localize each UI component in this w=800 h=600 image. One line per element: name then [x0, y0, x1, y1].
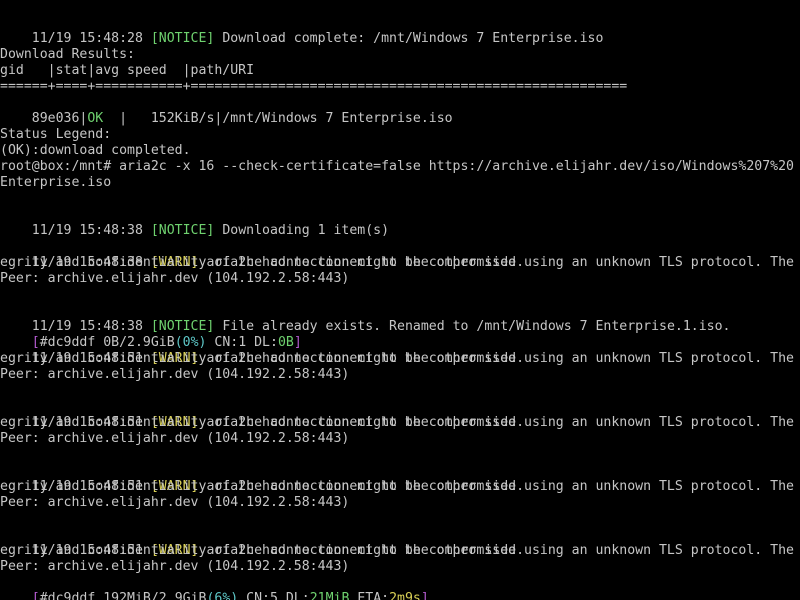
results-heading: Download Results: [0, 47, 135, 62]
notice-tag: [NOTICE] [150, 31, 215, 46]
progress-connections: CN:5 DL: [238, 591, 310, 600]
status-ok: OK [87, 111, 104, 126]
progress-bracket-open: [ [31, 591, 40, 600]
log-continuation: egrity and confidentiality of the connec… [0, 479, 525, 494]
notice-tag: [NOTICE] [150, 223, 215, 238]
log-line: 11/19 15:48:51 [WARN] aria2c had to conn… [0, 527, 800, 558]
progress-bracket-close: ] [420, 591, 429, 600]
log-line: 11/19 15:48:38 [WARN] aria2c had to conn… [0, 239, 800, 270]
progress-size: #dc9ddf 192MiB/2.9GiB [39, 591, 207, 600]
log-message: Download complete: /mnt/Windows 7 Enterp… [214, 31, 604, 46]
peer-line: Peer: archive.elijahr.dev (104.192.2.58:… [0, 431, 350, 446]
log-message: Downloading 1 item(s) [214, 223, 390, 238]
log-line: 11/19 15:48:51 [WARN] aria2c had to conn… [0, 399, 800, 430]
peer-line: Peer: archive.elijahr.dev (104.192.2.58:… [0, 367, 350, 382]
timestamp: 11/19 15:48:38 [31, 223, 151, 238]
peer-line: Peer: archive.elijahr.dev (104.192.2.58:… [0, 495, 350, 510]
terminal-window[interactable]: 11/19 15:48:28 [NOTICE] Download complet… [0, 0, 800, 600]
shell-command: root@box:/mnt# aria2c -x 16 --check-cert… [0, 159, 794, 174]
legend-heading: Status Legend: [0, 127, 112, 142]
timestamp: 11/19 15:48:28 [31, 31, 151, 46]
log-continuation: egrity and confidentiality of the connec… [0, 415, 525, 430]
shell-command-wrap: Enterprise.iso [0, 175, 112, 190]
legend-entry: (OK):download completed. [0, 143, 191, 158]
log-continuation: egrity and confidentiality of the connec… [0, 351, 525, 366]
peer-line: Peer: archive.elijahr.dev (104.192.2.58:… [0, 559, 350, 574]
progress-line: [#dc9ddf 192MiB/2.9GiB(6%) CN:5 DL:21MiB… [0, 575, 437, 600]
gid-cell: 89e036| [31, 111, 88, 126]
progress-eta: 2m9s [389, 591, 421, 600]
results-table-header: gid |stat|avg speed |path/URI [0, 63, 255, 78]
progress-percent: (6%) [206, 591, 239, 600]
results-table-row: 89e036|OK | 152KiB/s|/mnt/Windows 7 Ente… [0, 95, 453, 126]
log-line: 11/19 15:48:38 [NOTICE] Downloading 1 it… [0, 207, 389, 238]
log-continuation: egrity and confidentiality of the connec… [0, 543, 525, 558]
progress-eta-label: ETA: [349, 591, 390, 600]
results-table-separator: ======+====+===========+================… [0, 79, 628, 94]
log-continuation: egrity and confidentiality of the connec… [0, 255, 525, 270]
row-rest: | 152KiB/s|/mnt/Windows 7 Enterprise.iso [103, 111, 453, 126]
progress-download-speed: 21MiB [309, 591, 350, 600]
log-line: 11/19 15:48:51 [WARN] aria2c had to conn… [0, 335, 800, 366]
log-line: 11/19 15:48:51 [WARN] aria2c had to conn… [0, 463, 800, 494]
progress-line: [#dc9ddf 0B/2.9GiB(0%) CN:1 DL:0B] [0, 319, 302, 350]
log-line: 11/19 15:48:28 [NOTICE] Download complet… [0, 15, 604, 46]
log-line: 11/19 15:48:38 [NOTICE] File already exi… [0, 303, 731, 334]
peer-line: Peer: archive.elijahr.dev (104.192.2.58:… [0, 271, 350, 286]
